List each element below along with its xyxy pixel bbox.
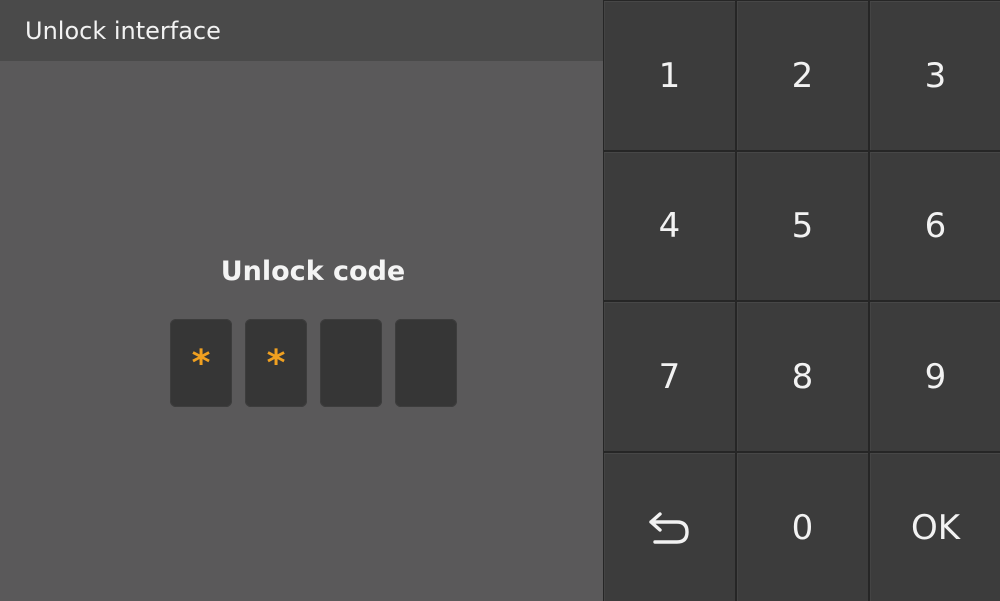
key-label: 9: [924, 356, 947, 397]
key-2-button[interactable]: 2: [737, 1, 868, 150]
code-entry-panel: Unlock interface Unlock code * *: [0, 0, 603, 601]
key-label: 5: [791, 206, 814, 246]
key-label: 4: [658, 206, 681, 246]
unlock-code-label: Unlock code: [220, 256, 406, 287]
key-label: 8: [791, 356, 814, 397]
key-label: 3: [924, 55, 947, 96]
unlock-screen: Unlock interface Unlock code * * 1 2 3 4…: [0, 0, 1000, 601]
key-5-button[interactable]: 5: [737, 152, 868, 300]
numeric-keypad: 1 2 3 4 5 6 7 8 9 0 OK: [603, 0, 1000, 601]
key-label: 1: [658, 55, 681, 96]
code-display: * *: [170, 319, 457, 407]
back-button[interactable]: [604, 453, 735, 601]
ok-button[interactable]: OK: [870, 453, 1000, 601]
key-label: 0: [791, 507, 814, 548]
key-3-button[interactable]: 3: [870, 1, 1000, 150]
code-slot-2: *: [245, 319, 307, 407]
page-title: Unlock interface: [25, 17, 221, 45]
code-slot-4: [395, 319, 457, 407]
key-label: 2: [791, 55, 814, 96]
key-label: 6: [924, 206, 947, 246]
title-bar: Unlock interface: [0, 0, 603, 61]
code-slot-3: [320, 319, 382, 407]
key-4-button[interactable]: 4: [604, 152, 735, 300]
return-arrow-icon: [647, 511, 693, 545]
key-label: OK: [910, 507, 961, 548]
key-1-button[interactable]: 1: [604, 1, 735, 150]
key-0-button[interactable]: 0: [737, 453, 868, 601]
key-8-button[interactable]: 8: [737, 302, 868, 451]
key-6-button[interactable]: 6: [870, 152, 1000, 300]
key-9-button[interactable]: 9: [870, 302, 1000, 451]
key-label: 7: [658, 356, 681, 397]
code-slot-1: *: [170, 319, 232, 407]
key-7-button[interactable]: 7: [604, 302, 735, 451]
